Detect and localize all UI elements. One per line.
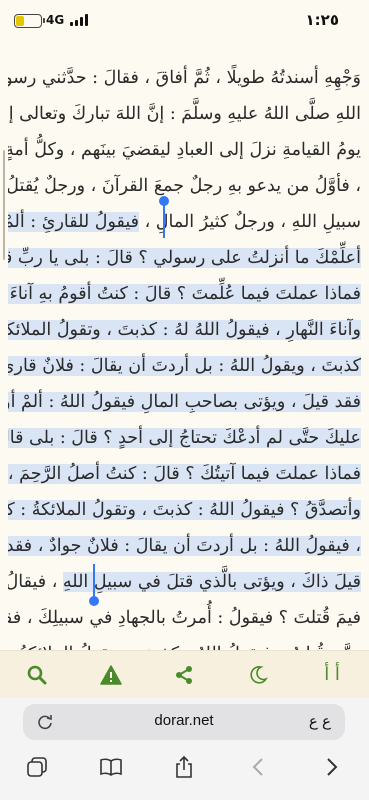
warning-icon [99,664,122,685]
text-segment[interactable]: ، فأوَّلُ من يدعو بهِ رجلٌ جمعَ القرآنَ … [8,176,361,196]
text-line[interactable]: وآناءَ النَّهارِ ، فيقولُ اللهُ لهُ : كذ… [8,312,361,348]
text-line[interactable]: كذبتَ ، ويقولُ اللهُ : بل أردتَ أن يقالَ… [8,348,361,384]
share-page-button[interactable] [167,752,201,782]
hadith-text-area[interactable]: وَجْهِهِ أسندتُهُ طويلًا ، ثُمَّ أفاقَ ،… [0,30,369,650]
text-segment[interactable]: وَجْهِهِ أسندتُهُ طويلًا ، ثُمَّ أفاقَ ،… [8,68,361,88]
back-button[interactable] [241,752,275,782]
text-line[interactable]: اللهِ صلَّى اللهُ عليهِ وسلَّمَ : إنَّ ا… [8,96,361,132]
bookmarks-icon [99,758,122,776]
text-line[interactable]: حتَّى قُتلتُ ، فيقولُ اللهُ : كذبتَ ، وت… [8,636,361,650]
selected-text[interactable]: ، فيقولُ اللهُ : بل أردتَ أن يقالَ : فلا… [8,536,361,556]
text-segment[interactable]: اللهِ صلَّى اللهُ عليهِ وسلَّمَ : إنَّ ا… [8,104,361,124]
share-button[interactable] [164,655,204,695]
bookmarks-button[interactable] [94,752,128,782]
browser-nav-bar [0,750,369,784]
network-type: 4G [46,13,65,27]
moon-icon [250,665,269,684]
text-line[interactable]: عليكَ حتَّى لم أدعْكَ تحتاجُ إلى أحدٍ ؟ … [8,420,361,456]
report-button[interactable] [91,655,131,695]
selected-text[interactable]: فيقولُ للقارئِ : ألمْ [8,212,140,232]
text-line[interactable]: ، فأوَّلُ من يدعو بهِ رجلٌ جمعَ القرآنَ … [8,168,361,204]
selected-text[interactable]: فقد قيلَ ، ويؤتى بصاحبِ المالِ فيقولُ ال… [8,392,361,412]
selected-text[interactable]: قيلَ ذاكَ ، ويؤتى بالَّذي قتلَ في سبيلِ … [62,572,361,592]
selected-text[interactable]: عليكَ حتَّى لم أدعْكَ تحتاجُ إلى أحدٍ ؟ … [8,428,361,448]
share-page-icon [176,755,193,778]
selected-text[interactable]: أعلِّمْكَ ما أنزلتُ على رسولي ؟ قالَ : ب… [8,248,361,268]
font-size-button[interactable]: أ أ [312,655,352,695]
text-segment[interactable]: ، فيقالُ لهُ : [8,572,63,592]
selected-text[interactable]: وأتصدَّقُ ؟ فيقولُ اللهُ : كذبتَ ، وتقول… [8,500,361,520]
text-size-button[interactable]: ع ع [309,712,331,730]
selected-text[interactable]: وآناءَ النَّهارِ ، فيقولُ اللهُ لهُ : كذ… [8,320,361,340]
text-line[interactable]: فيمَ قُتلتَ ؟ فيقولُ : أُمرتُ بالجهادِ ف… [8,600,361,636]
text-line[interactable]: وَجْهِهِ أسندتُهُ طويلًا ، ثُمَّ أفاقَ ،… [8,60,361,96]
text-line[interactable]: فقد قيلَ ، ويؤتى بصاحبِ المالِ فيقولُ ال… [8,384,361,420]
battery-icon [14,14,45,28]
text-line[interactable]: فماذا عملتَ فيما آتيتُكَ ؟ قالَ : كنتُ أ… [8,456,361,492]
selected-text[interactable]: فماذا عملتَ فيما عُلِّمتَ ؟ قالَ : كنتُ … [8,284,361,304]
selected-text[interactable]: كذبتَ ، ويقولُ اللهُ : بل أردتَ أن يقالَ… [8,356,361,376]
text-line[interactable]: قيلَ ذاكَ ، ويؤتى بالَّذي قتلَ في سبيلِ … [8,564,361,600]
text-segment[interactable]: سبيلِ اللهِ ، ورجلٌ كثيرُ المالِ ، [139,212,361,232]
chevron-right-icon [327,758,338,776]
selected-text[interactable]: فماذا عملتَ فيما آتيتُكَ ؟ قالَ : كنتُ أ… [8,464,361,484]
browser-chrome: dorar.net ع ع [0,698,369,800]
url-text[interactable]: dorar.net [23,712,345,729]
search-button[interactable] [17,655,57,695]
text-segment[interactable]: يومُ القيامةِ نزلَ إلى العبادِ ليقضيَ بي… [8,140,361,160]
text-line[interactable]: فماذا عملتَ فيما عُلِّمتَ ؟ قالَ : كنتُ … [8,276,361,312]
font-size-icon: أ أ [324,664,340,685]
forward-button[interactable] [315,752,349,782]
share-icon [176,665,193,684]
chevron-left-icon [252,758,263,776]
text-line[interactable]: وأتصدَّقُ ؟ فيقولُ اللهُ : كذبتَ ، وتقول… [8,492,361,528]
address-bar[interactable]: dorar.net ع ع [23,704,345,740]
text-segment[interactable]: فيمَ قُتلتَ ؟ فيقولُ : أُمرتُ بالجهادِ ف… [8,608,361,628]
night-mode-button[interactable] [238,655,278,695]
selection-end-handle[interactable] [89,564,99,606]
tabs-icon [27,757,47,777]
text-line[interactable]: ، فيقولُ اللهُ : بل أردتَ أن يقالَ : فلا… [8,528,361,564]
clock: ١:٢٥ [305,11,339,29]
search-icon [27,665,47,684]
text-line[interactable]: يومُ القيامةِ نزلَ إلى العبادِ ليقضيَ بي… [8,132,361,168]
reader-toolbar: أ أ [0,650,369,698]
signal-icon [70,14,88,26]
scroll-indicator[interactable] [3,150,5,260]
selection-start-handle[interactable] [159,196,169,238]
battery-level [16,16,25,26]
text-line[interactable]: سبيلِ اللهِ ، ورجلٌ كثيرُ المالِ ، فيقول… [8,204,361,240]
text-line[interactable]: أعلِّمْكَ ما أنزلتُ على رسولي ؟ قالَ : ب… [8,240,361,276]
tabs-button[interactable] [20,752,54,782]
